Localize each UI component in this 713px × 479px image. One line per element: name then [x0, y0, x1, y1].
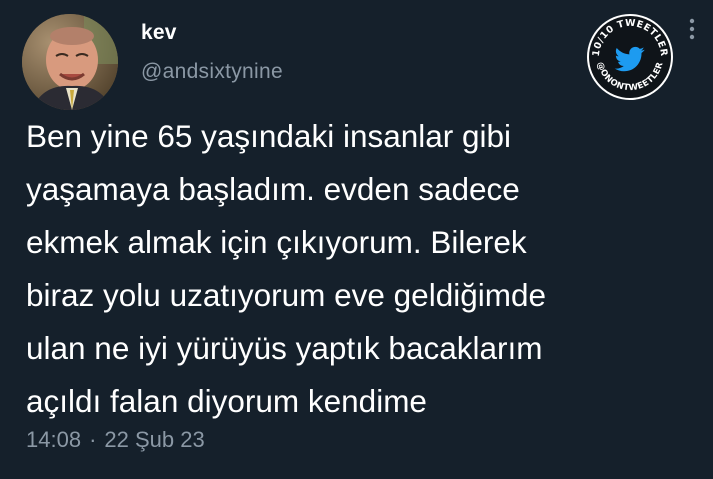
- watermark-badge: 10/10 TWEETLER @ONONTWEETLER: [585, 12, 675, 102]
- user-handle[interactable]: @andsixtynine: [141, 60, 283, 84]
- tweet-card: kev @andsixtynine 10/10 TWEETLER @ONONTW…: [0, 0, 713, 479]
- display-name[interactable]: kev: [141, 21, 177, 45]
- tweet-date: 22 Şub 23: [104, 427, 205, 452]
- tweet-timestamp[interactable]: 14:08 · 22 Şub 23: [26, 427, 205, 453]
- tweet-time: 14:08: [26, 427, 82, 452]
- tweet-text: Ben yine 65 yaşındaki insanlar gibi yaşa…: [26, 118, 547, 419]
- avatar-photo: [22, 14, 118, 110]
- more-vertical-icon[interactable]: [680, 14, 704, 44]
- meta-separator: ·: [89, 427, 97, 452]
- avatar[interactable]: [22, 14, 118, 110]
